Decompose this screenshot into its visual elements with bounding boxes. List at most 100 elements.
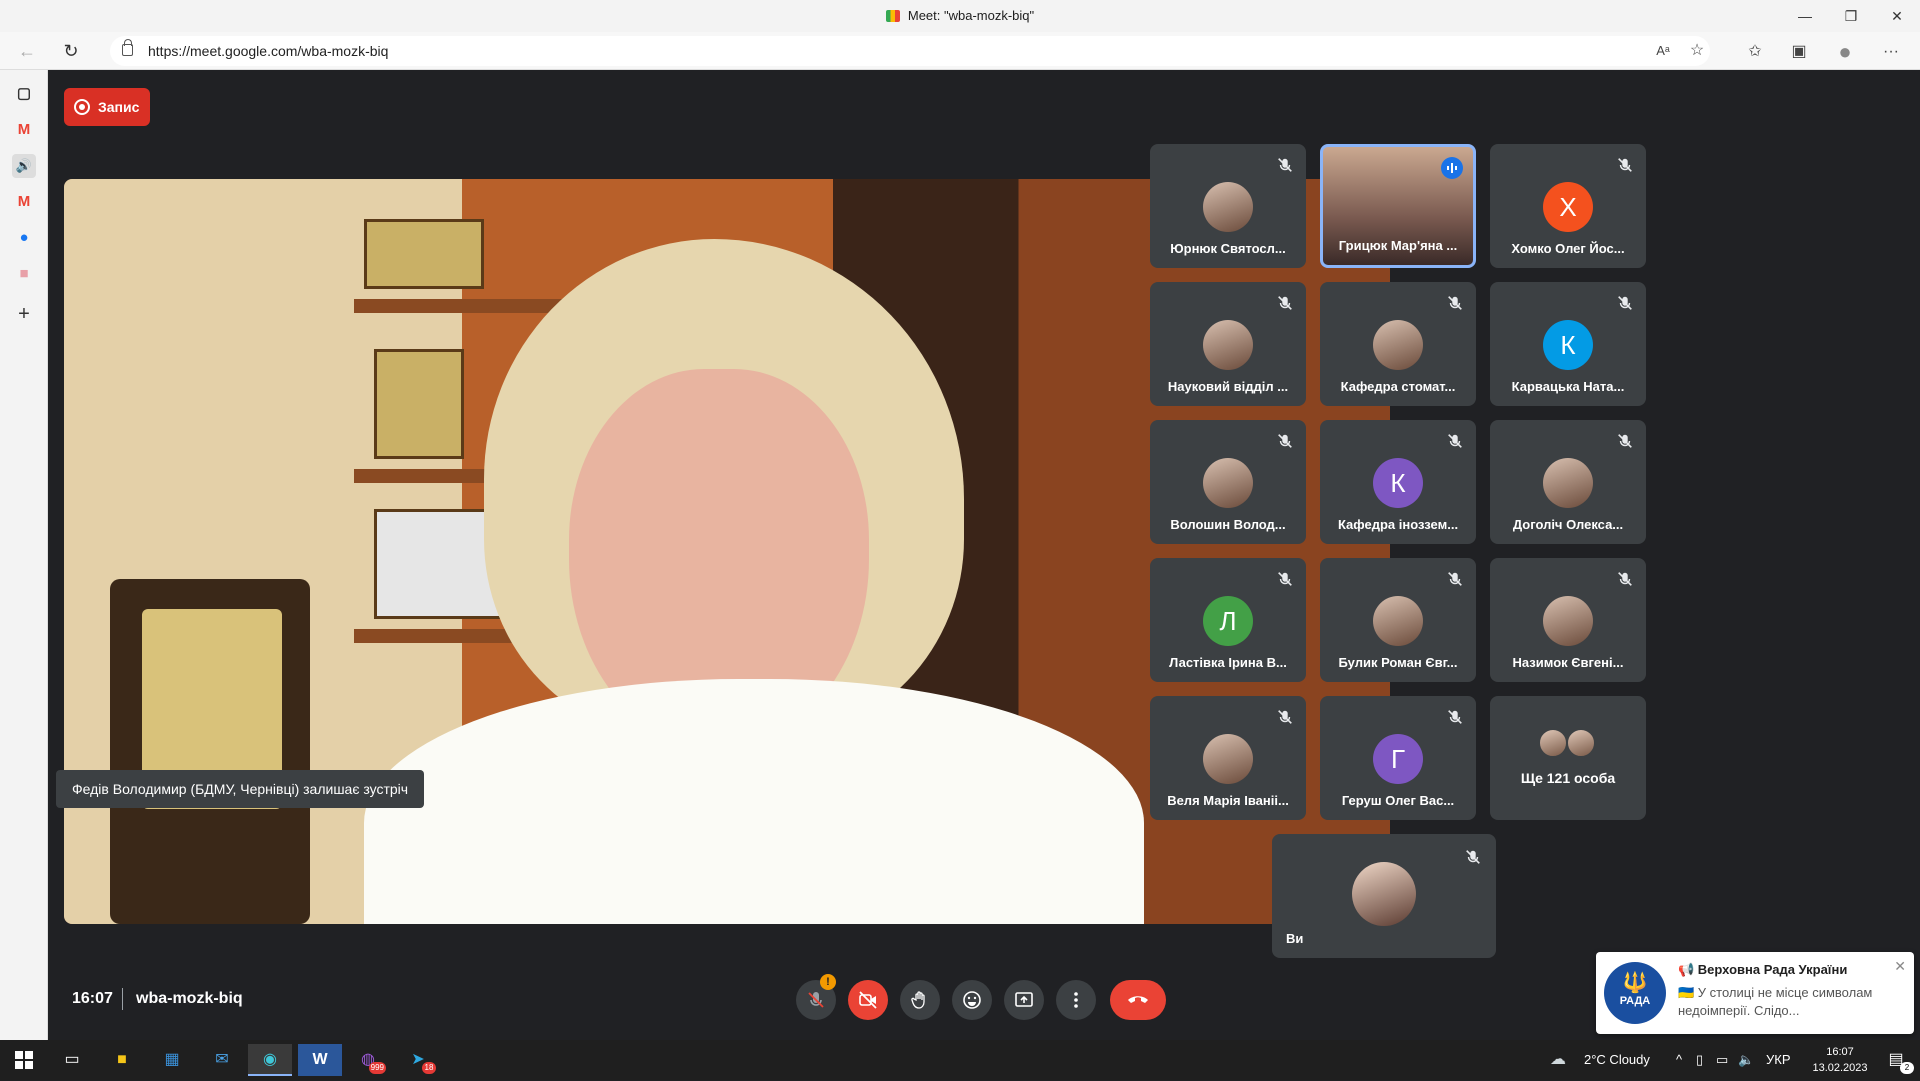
meet-content: Запис Федів Володимир (БДМУ, Чернівці) з… bbox=[48, 70, 1920, 1040]
edge-icon[interactable]: ◉ bbox=[248, 1044, 292, 1076]
avatar bbox=[1373, 320, 1423, 370]
participant-tile[interactable]: Л Ластівка Ірина В... bbox=[1150, 558, 1306, 682]
participant-name: Булик Роман Євг... bbox=[1338, 655, 1458, 670]
action-center-icon[interactable]: ▤ 2 bbox=[1874, 1044, 1918, 1076]
store-icon[interactable]: ▦ bbox=[150, 1044, 194, 1076]
url-text[interactable]: https://meet.google.com/wba-mozk-biq bbox=[148, 43, 388, 59]
participant-tile[interactable]: Х Хомко Олег Йос... bbox=[1490, 144, 1646, 268]
participant-name: Доголіч Олекса... bbox=[1512, 517, 1624, 532]
gmail-icon[interactable]: M bbox=[12, 118, 36, 142]
mic-off-icon bbox=[1448, 710, 1462, 724]
participant-name: Назимок Євгені... bbox=[1512, 655, 1624, 670]
start-button[interactable] bbox=[2, 1044, 46, 1076]
close-window-button[interactable]: ✕ bbox=[1874, 0, 1920, 32]
profile-icon[interactable]: ● bbox=[1832, 39, 1858, 65]
video-plaque bbox=[374, 349, 464, 459]
viber-icon[interactable]: ◍ 999 bbox=[346, 1044, 390, 1076]
network-icon[interactable]: ▭ bbox=[1716, 1052, 1728, 1068]
cloud-icon[interactable]: ☁ bbox=[1550, 1049, 1566, 1069]
reload-button[interactable]: ↻ bbox=[56, 37, 86, 65]
mail-icon[interactable]: ✉ bbox=[200, 1044, 244, 1076]
hang-up-icon bbox=[1128, 996, 1148, 1003]
more-menu-icon[interactable]: ··· bbox=[1878, 39, 1904, 65]
favorite-star-icon[interactable]: ☆ bbox=[1684, 38, 1710, 64]
notification-count: 2 bbox=[1900, 1062, 1914, 1074]
present-button[interactable] bbox=[1004, 980, 1044, 1020]
participant-tile[interactable]: Доголіч Олекса... bbox=[1490, 420, 1646, 544]
weather-text[interactable]: 2°C Cloudy bbox=[1584, 1052, 1650, 1067]
mic-off-icon bbox=[1618, 572, 1632, 586]
participant-name: Юрнюк Святосл... bbox=[1170, 241, 1286, 256]
read-aloud-icon[interactable]: Aᵃ bbox=[1650, 38, 1676, 64]
avatar: К bbox=[1543, 320, 1593, 370]
messenger-icon[interactable]: ● bbox=[12, 226, 36, 250]
favorites-icon[interactable]: ✩ bbox=[1742, 39, 1768, 65]
reactions-button[interactable] bbox=[952, 980, 992, 1020]
browser-toolbar: ← ↻ https://meet.google.com/wba-mozk-biq… bbox=[0, 32, 1920, 70]
windows-notification[interactable]: 🔱 РАДА 📢 Верховна Рада України 🇺🇦 У стол… bbox=[1596, 952, 1914, 1034]
participant-tile[interactable]: Юрнюк Святосл... bbox=[1150, 144, 1306, 268]
participant-tile[interactable]: Грицюк Мар'яна ... bbox=[1320, 144, 1476, 268]
lock-icon[interactable] bbox=[122, 39, 133, 56]
tray-chevron-icon[interactable]: ^ bbox=[1676, 1052, 1682, 1067]
gmail-icon-2[interactable]: M bbox=[12, 190, 36, 214]
participant-tile[interactable]: Г Геруш Олег Вас... bbox=[1320, 696, 1476, 820]
word-icon[interactable]: W bbox=[298, 1044, 342, 1076]
mic-off-icon bbox=[1618, 434, 1632, 448]
camera-button[interactable] bbox=[848, 980, 888, 1020]
more-options-button[interactable] bbox=[1056, 980, 1096, 1020]
self-name: Ви bbox=[1286, 931, 1304, 946]
task-view-icon[interactable]: ▭ bbox=[50, 1044, 94, 1076]
more-vert-icon bbox=[1074, 992, 1078, 1008]
tabs-icon[interactable]: ▢ bbox=[12, 82, 36, 106]
file-explorer-icon[interactable]: ■ bbox=[100, 1044, 144, 1076]
leave-call-button[interactable] bbox=[1110, 980, 1166, 1020]
participant-tile[interactable]: Булик Роман Євг... bbox=[1320, 558, 1476, 682]
collections-icon[interactable]: ▣ bbox=[1786, 39, 1812, 65]
participant-tile[interactable]: Веля Марія Іваніі... bbox=[1150, 696, 1306, 820]
participant-name: Кафедра іноззем... bbox=[1337, 517, 1459, 532]
mic-button[interactable]: ! bbox=[796, 974, 836, 1020]
avatar bbox=[1538, 728, 1568, 758]
raise-hand-button[interactable] bbox=[900, 980, 940, 1020]
mic-off-icon bbox=[1278, 434, 1292, 448]
trident-icon: 🔱 bbox=[1622, 972, 1648, 994]
mic-off-icon bbox=[1278, 710, 1292, 724]
self-tile[interactable]: Ви bbox=[1272, 834, 1496, 958]
mic-off-icon bbox=[1278, 158, 1292, 172]
recording-badge[interactable]: Запис bbox=[64, 88, 150, 126]
participant-name: Науковий відділ ... bbox=[1167, 379, 1289, 394]
battery-icon[interactable]: ▯ bbox=[1696, 1052, 1703, 1068]
taskbar-clock[interactable]: 16:07 13.02.2023 bbox=[1810, 1044, 1870, 1076]
minimize-button[interactable]: — bbox=[1782, 0, 1828, 32]
participant-tile[interactable]: Науковий відділ ... bbox=[1150, 282, 1306, 406]
restore-button[interactable]: ❐ bbox=[1828, 0, 1874, 32]
participant-name: Кафедра стомат... bbox=[1340, 379, 1456, 394]
telegram-icon[interactable]: ➤ 18 bbox=[396, 1044, 440, 1076]
participant-tile[interactable]: Кафедра стомат... bbox=[1320, 282, 1476, 406]
record-icon bbox=[74, 99, 90, 115]
participant-tile[interactable]: Волошин Волод... bbox=[1150, 420, 1306, 544]
participant-name: Карвацька Ната... bbox=[1511, 379, 1625, 394]
windows-taskbar: ▭ ■ ▦ ✉ ◉ W ◍ 999 ➤ 18 ☁ 2°C Cloudy ^ ▯ ▭ … bbox=[0, 1040, 1920, 1080]
participant-name: Волошин Волод... bbox=[1170, 517, 1286, 532]
participant-tile[interactable]: К Карвацька Ната... bbox=[1490, 282, 1646, 406]
add-icon[interactable]: + bbox=[12, 302, 36, 326]
participant-tile[interactable]: Назимок Євгені... bbox=[1490, 558, 1646, 682]
browser-sidebar: ▢ M 🔊 M ● ■ + bbox=[0, 70, 48, 1040]
avatar: Г bbox=[1373, 734, 1423, 784]
speaker-icon[interactable]: 🔊 bbox=[12, 154, 36, 178]
back-button[interactable]: ← bbox=[12, 37, 42, 65]
volume-icon[interactable]: 🔈 bbox=[1738, 1052, 1754, 1068]
language-indicator[interactable]: УКР bbox=[1766, 1052, 1791, 1067]
emoji-icon bbox=[963, 991, 981, 1009]
more-participants-tile[interactable]: Ще 121 особа bbox=[1490, 696, 1646, 820]
app-icon[interactable]: ■ bbox=[12, 262, 36, 286]
participant-tile[interactable]: К Кафедра іноззем... bbox=[1320, 420, 1476, 544]
participant-name: Веля Марія Іваніі... bbox=[1167, 793, 1289, 808]
rada-logo-text: РАДА bbox=[1619, 995, 1651, 1007]
address-bar[interactable]: https://meet.google.com/wba-mozk-biq Aᵃ … bbox=[110, 36, 1710, 66]
notification-close-button[interactable]: ✕ bbox=[1894, 958, 1906, 975]
more-avatars bbox=[1538, 728, 1598, 760]
leave-toast: Федів Володимир (БДМУ, Чернівці) залишає… bbox=[56, 770, 425, 808]
